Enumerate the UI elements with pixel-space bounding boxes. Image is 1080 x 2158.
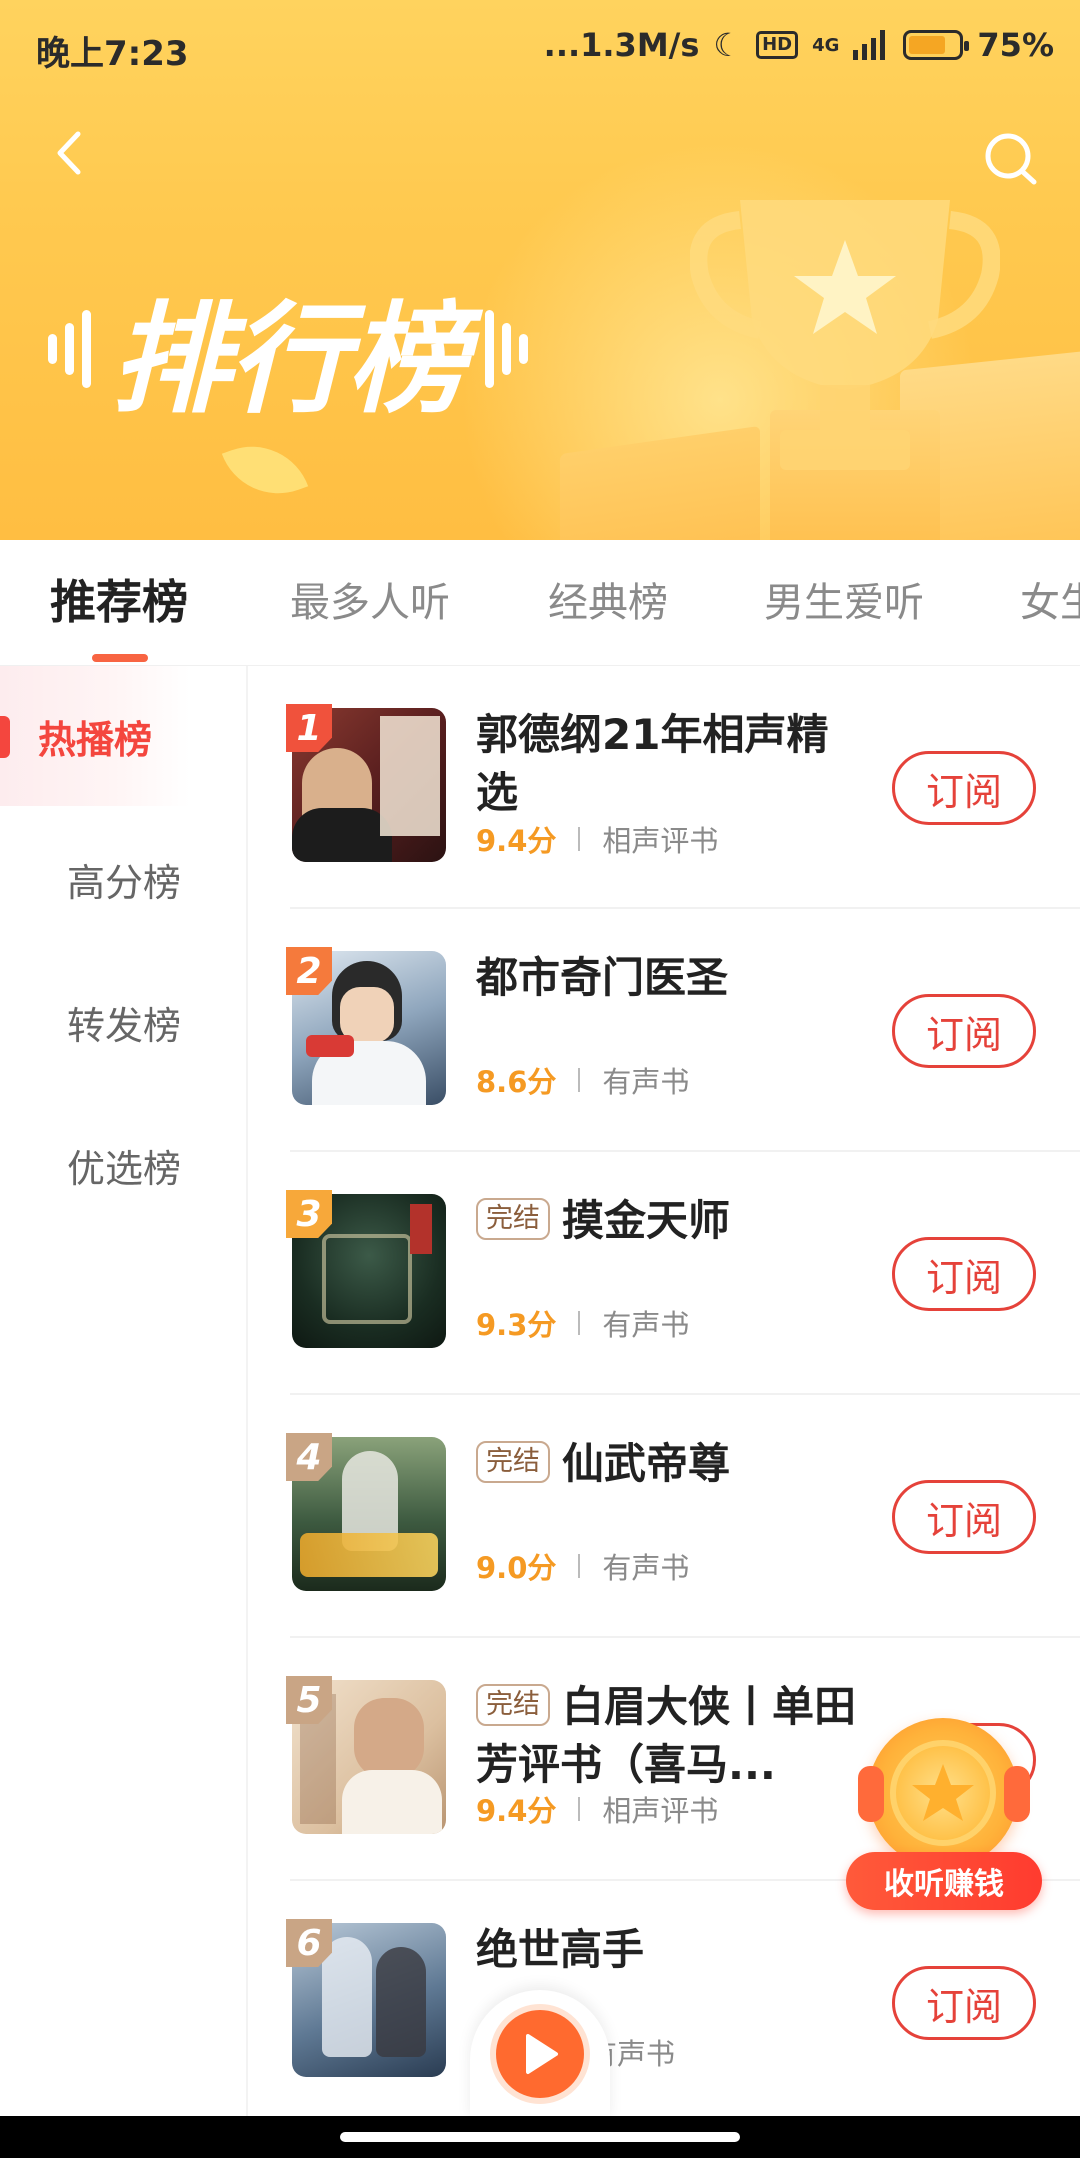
banner-title: 排行榜 <box>48 262 528 436</box>
album-score: 9.4分 <box>476 824 557 858</box>
album-meta: 9.4分 相声评书 <box>476 1788 718 1830</box>
sidebar: 热播榜 高分榜 转发榜 优选榜 <box>0 666 248 2116</box>
page-title: 排行榜 <box>111 291 467 430</box>
hd-badge: HD <box>756 31 799 59</box>
album-meta: 9.3分 有声书 <box>476 1302 689 1344</box>
battery-icon <box>903 30 970 60</box>
subscribe-button[interactable]: 订阅 <box>892 1237 1036 1311</box>
album-title: 郭德纲21年相声精选 <box>476 710 829 817</box>
album-score: 9.4分 <box>476 1794 557 1828</box>
album-title: 完结 摸金天师 <box>476 1192 856 1250</box>
album-title: 都市奇门医圣 <box>476 953 729 1002</box>
rank-badge: 1 <box>286 704 332 752</box>
sidebar-item-top-rated[interactable]: 高分榜 <box>0 809 248 949</box>
subscribe-button[interactable]: 订阅 <box>892 1480 1036 1554</box>
leaf-decoration <box>221 429 309 511</box>
album-meta: 9.0分 有声书 <box>476 1545 689 1587</box>
signal-label: 4G <box>812 34 840 56</box>
album-meta: 9.4分 相声评书 <box>476 818 718 860</box>
rank-badge: 2 <box>286 947 332 995</box>
star-icon <box>912 1764 974 1821</box>
signal-icon <box>853 30 886 60</box>
album-score: 9.0分 <box>476 1551 557 1585</box>
divider <box>578 1311 581 1335</box>
album-category: 相声评书 <box>602 824 719 858</box>
sidebar-item-selected[interactable]: 优选榜 <box>0 1095 248 1235</box>
tab-indicator <box>92 654 148 662</box>
tab-classic[interactable]: 经典榜 <box>548 570 668 628</box>
divider <box>578 1554 581 1578</box>
home-indicator[interactable] <box>340 2132 740 2142</box>
tab-recommend[interactable]: 推荐榜 <box>50 566 188 632</box>
album-title: 完结 仙武帝尊 <box>476 1435 856 1493</box>
album-score: 9.3分 <box>476 1308 557 1342</box>
album-score: 8.6分 <box>476 1065 557 1099</box>
album-title: 绝世高手 <box>476 1925 645 1974</box>
subscribe-button[interactable]: 订阅 <box>892 1966 1036 2040</box>
status-time: 晚上7:23 <box>36 34 189 74</box>
tab-male-favorite[interactable]: 男生爱听 <box>764 570 924 628</box>
sound-wave-icon <box>48 310 91 388</box>
divider <box>578 1068 581 1092</box>
sidebar-item-shared[interactable]: 转发榜 <box>0 952 248 1092</box>
coin-icon <box>890 1740 996 1846</box>
list-item[interactable]: 6 绝世高手 有声书 订阅 <box>248 1881 1080 2124</box>
album-category: 有声书 <box>602 1065 690 1099</box>
divider <box>578 827 581 851</box>
trophy-icon <box>690 200 1000 470</box>
tab-bar: 推荐榜 最多人听 经典榜 男生爱听 女生 <box>0 540 1080 666</box>
battery-level: 75% <box>977 26 1054 64</box>
finished-badge: 完结 <box>476 1684 550 1726</box>
network-speed: ...1.3M/s <box>543 26 700 64</box>
search-icon[interactable] <box>980 128 1040 188</box>
finished-badge: 完结 <box>476 1198 550 1240</box>
moon-icon: ☾ <box>713 26 743 64</box>
listen-earn-widget[interactable]: 收听赚钱 <box>846 1716 1042 1916</box>
listen-earn-label[interactable]: 收听赚钱 <box>846 1852 1042 1910</box>
album-title: 完结 白眉大侠丨单田芳评书（喜马... <box>476 1682 857 1789</box>
header-banner: 晚上7:23 ...1.3M/s ☾ HD 4G 75% 排行榜 <box>0 0 1080 540</box>
album-meta: 8.6分 有声书 <box>476 1059 689 1101</box>
play-button[interactable] <box>490 2004 590 2104</box>
status-bar: 晚上7:23 ...1.3M/s ☾ HD 4G 75% <box>0 0 1080 95</box>
list-item[interactable]: 2 都市奇门医圣 8.6分 有声书 订阅 <box>248 909 1080 1152</box>
status-icons: ...1.3M/s ☾ HD 4G 75% <box>544 26 1054 64</box>
list-item[interactable]: 4 完结 仙武帝尊 9.0分 有声书 订阅 <box>248 1395 1080 1638</box>
album-category: 相声评书 <box>602 1794 719 1828</box>
tab-most-listened[interactable]: 最多人听 <box>290 570 450 628</box>
play-icon <box>526 2034 558 2074</box>
finished-badge: 完结 <box>476 1441 550 1483</box>
chevron-left-icon[interactable] <box>46 128 96 178</box>
divider <box>578 1797 581 1821</box>
list-item[interactable]: 1 郭德纲21年相声精选 9.4分 相声评书 订阅 <box>248 666 1080 909</box>
sidebar-item-hot[interactable]: 热播榜 <box>0 666 190 806</box>
sound-wave-icon <box>485 310 528 388</box>
album-category: 有声书 <box>602 1551 690 1585</box>
headphone-icon <box>1004 1766 1030 1822</box>
album-category: 有声书 <box>602 1308 690 1342</box>
subscribe-button[interactable]: 订阅 <box>892 751 1036 825</box>
subscribe-button[interactable]: 订阅 <box>892 994 1036 1068</box>
headphone-icon <box>858 1766 884 1822</box>
tab-female-favorite[interactable]: 女生 <box>1020 570 1080 628</box>
list-item[interactable]: 3 完结 摸金天师 9.3分 有声书 订阅 <box>248 1152 1080 1395</box>
